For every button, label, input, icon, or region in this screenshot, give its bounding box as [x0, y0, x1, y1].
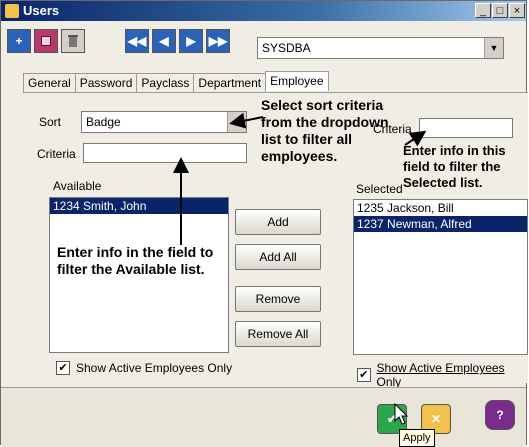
mouse-pointer-icon — [394, 403, 408, 425]
apply-tooltip: Apply — [399, 429, 435, 447]
help-button[interactable]: ? — [485, 400, 515, 430]
selected-arrow — [404, 130, 427, 147]
cancel-icon: ✕ — [430, 412, 442, 426]
annotation-arrows — [173, 112, 427, 245]
help-icon: ? — [496, 408, 504, 422]
bottom-action-bar: ✔ ✕ ? — [1, 387, 526, 447]
sort-arrow — [229, 112, 264, 129]
users-window: Users _ □ × + ◀◀ ◀ ▶ ▶▶ SYSDBA ▼ General… — [0, 0, 528, 447]
